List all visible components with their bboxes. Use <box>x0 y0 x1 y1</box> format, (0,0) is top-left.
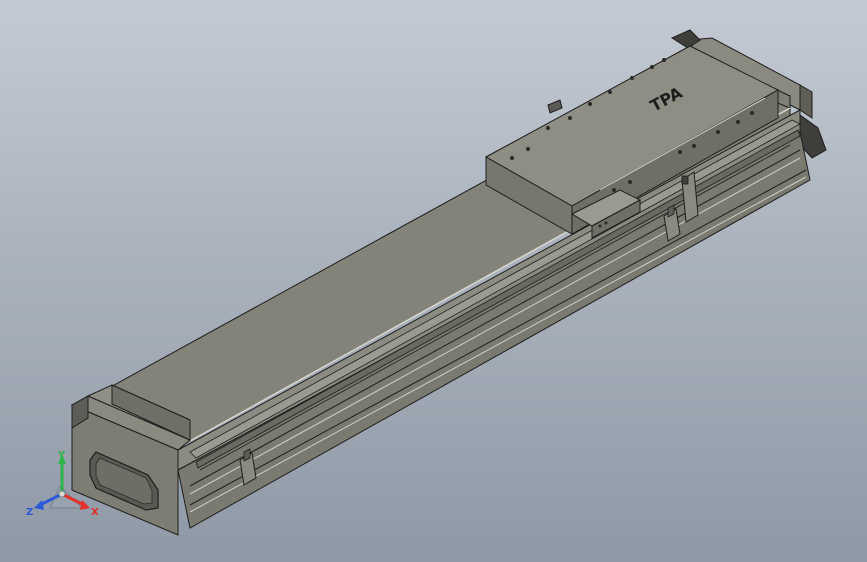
x-axis-label: X <box>91 507 99 518</box>
z-axis-arrow-icon <box>34 500 44 510</box>
actuator-model[interactable]: TPA <box>0 0 867 562</box>
x-axis-arrow-icon <box>80 500 90 510</box>
3d-viewport[interactable]: TPA Y X Z <box>0 0 867 562</box>
y-axis-label: Y <box>57 450 66 461</box>
lubrication-pin <box>547 99 563 114</box>
z-axis-label: Z <box>26 507 33 518</box>
axis-triad: Y X Z <box>26 450 99 518</box>
